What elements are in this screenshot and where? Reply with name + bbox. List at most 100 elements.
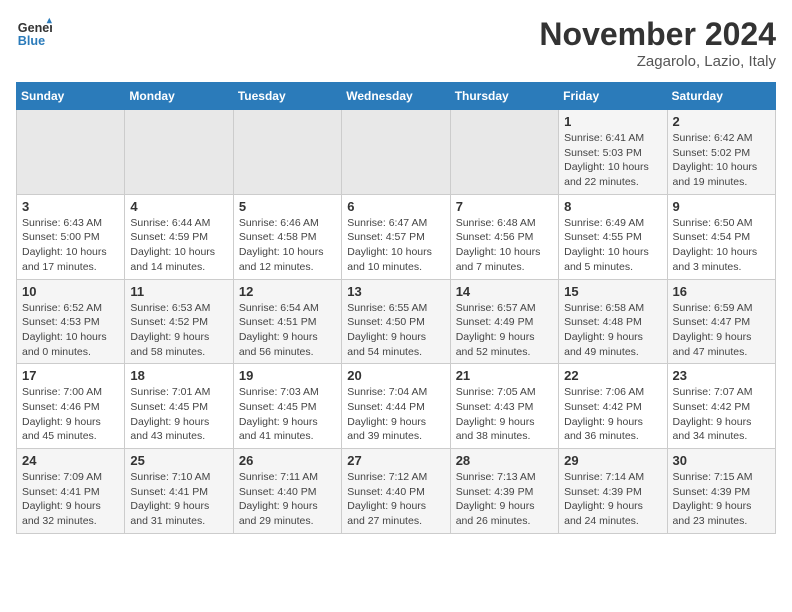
day-info: Sunrise: 6:47 AM Sunset: 4:57 PM Dayligh…: [347, 216, 444, 275]
day-info: Sunrise: 6:54 AM Sunset: 4:51 PM Dayligh…: [239, 301, 336, 360]
calendar-cell: 18 Sunrise: 7:01 AM Sunset: 4:45 PM Dayli…: [125, 364, 233, 449]
calendar-cell: 29Sunrise: 7:14 AM Sunset: 4:39 PM Dayli…: [559, 449, 667, 534]
calendar-cell: [233, 110, 341, 195]
day-info: Sunrise: 7:09 AM Sunset: 4:41 PM Dayligh…: [22, 470, 119, 529]
day-info: Sunrise: 6:44 AM Sunset: 4:59 PM Dayligh…: [130, 216, 227, 275]
day-number: 28: [456, 453, 553, 468]
calendar-cell: 17 Sunrise: 7:00 AM Sunset: 4:46 PM Dayli…: [17, 364, 125, 449]
day-number: 11: [130, 284, 227, 299]
day-number: 19: [239, 368, 336, 383]
calendar-cell: 13 Sunrise: 6:55 AM Sunset: 4:50 PM Dayli…: [342, 279, 450, 364]
day-info: Sunrise: 6:48 AM Sunset: 4:56 PM Dayligh…: [456, 216, 553, 275]
day-info: Sunrise: 7:14 AM Sunset: 4:39 PM Dayligh…: [564, 470, 661, 529]
calendar-cell: 9 Sunrise: 6:50 AM Sunset: 4:54 PM Daylig…: [667, 194, 775, 279]
day-number: 25: [130, 453, 227, 468]
calendar-cell: [450, 110, 558, 195]
day-number: 27: [347, 453, 444, 468]
weekday-header: Tuesday: [233, 83, 341, 110]
calendar-cell: [125, 110, 233, 195]
day-info: Sunrise: 7:07 AM Sunset: 4:42 PM Dayligh…: [673, 385, 770, 444]
day-info: Sunrise: 7:12 AM Sunset: 4:40 PM Dayligh…: [347, 470, 444, 529]
day-number: 21: [456, 368, 553, 383]
day-info: Sunrise: 7:13 AM Sunset: 4:39 PM Dayligh…: [456, 470, 553, 529]
weekday-header: Saturday: [667, 83, 775, 110]
calendar-body: 1 Sunrise: 6:41 AM Sunset: 5:03 PM Daylig…: [17, 110, 776, 534]
day-number: 6: [347, 199, 444, 214]
logo-icon: General Blue: [16, 16, 52, 52]
day-info: Sunrise: 7:06 AM Sunset: 4:42 PM Dayligh…: [564, 385, 661, 444]
day-number: 23: [673, 368, 770, 383]
weekday-header: Thursday: [450, 83, 558, 110]
day-number: 15: [564, 284, 661, 299]
calendar-cell: 10Sunrise: 6:52 AM Sunset: 4:53 PM Dayli…: [17, 279, 125, 364]
calendar-cell: 2 Sunrise: 6:42 AM Sunset: 5:02 PM Daylig…: [667, 110, 775, 195]
calendar-cell: 24 Sunrise: 7:09 AM Sunset: 4:41 PM Dayli…: [17, 449, 125, 534]
calendar-cell: 15 Sunrise: 6:58 AM Sunset: 4:48 PM Dayli…: [559, 279, 667, 364]
svg-text:Blue: Blue: [18, 34, 45, 48]
day-info: Sunrise: 6:41 AM Sunset: 5:03 PM Dayligh…: [564, 131, 661, 190]
day-info: Sunrise: 7:10 AM Sunset: 4:41 PM Dayligh…: [130, 470, 227, 529]
calendar-cell: 4 Sunrise: 6:44 AM Sunset: 4:59 PM Daylig…: [125, 194, 233, 279]
calendar-cell: 12 Sunrise: 6:54 AM Sunset: 4:51 PM Dayli…: [233, 279, 341, 364]
calendar-cell: 25 Sunrise: 7:10 AM Sunset: 4:41 PM Dayli…: [125, 449, 233, 534]
day-info: Sunrise: 6:59 AM Sunset: 4:47 PM Dayligh…: [673, 301, 770, 360]
day-info: Sunrise: 6:50 AM Sunset: 4:54 PM Dayligh…: [673, 216, 770, 275]
weekday-header: Monday: [125, 83, 233, 110]
day-number: 4: [130, 199, 227, 214]
day-info: Sunrise: 6:43 AM Sunset: 5:00 PM Dayligh…: [22, 216, 119, 275]
calendar-cell: 19 Sunrise: 7:03 AM Sunset: 4:45 PM Dayli…: [233, 364, 341, 449]
day-number: 22: [564, 368, 661, 383]
day-info: Sunrise: 6:58 AM Sunset: 4:48 PM Dayligh…: [564, 301, 661, 360]
calendar-week-row: 1 Sunrise: 6:41 AM Sunset: 5:03 PM Daylig…: [17, 110, 776, 195]
page-header: General Blue November 2024 Zagarolo, Laz…: [16, 16, 776, 70]
weekday-header: Sunday: [17, 83, 125, 110]
day-number: 16: [673, 284, 770, 299]
calendar-cell: 30Sunrise: 7:15 AM Sunset: 4:39 PM Dayli…: [667, 449, 775, 534]
day-number: 17: [22, 368, 119, 383]
day-number: 18: [130, 368, 227, 383]
day-number: 8: [564, 199, 661, 214]
day-number: 5: [239, 199, 336, 214]
day-number: 9: [673, 199, 770, 214]
day-number: 13: [347, 284, 444, 299]
weekday-row: SundayMondayTuesdayWednesdayThursdayFrid…: [17, 83, 776, 110]
day-number: 24: [22, 453, 119, 468]
day-info: Sunrise: 7:00 AM Sunset: 4:46 PM Dayligh…: [22, 385, 119, 444]
calendar-cell: 28 Sunrise: 7:13 AM Sunset: 4:39 PM Dayli…: [450, 449, 558, 534]
day-info: Sunrise: 6:57 AM Sunset: 4:49 PM Dayligh…: [456, 301, 553, 360]
day-info: Sunrise: 6:49 AM Sunset: 4:55 PM Dayligh…: [564, 216, 661, 275]
day-info: Sunrise: 7:05 AM Sunset: 4:43 PM Dayligh…: [456, 385, 553, 444]
calendar-table: SundayMondayTuesdayWednesdayThursdayFrid…: [16, 82, 776, 534]
calendar-cell: [17, 110, 125, 195]
day-info: Sunrise: 6:55 AM Sunset: 4:50 PM Dayligh…: [347, 301, 444, 360]
weekday-header: Wednesday: [342, 83, 450, 110]
day-info: Sunrise: 7:11 AM Sunset: 4:40 PM Dayligh…: [239, 470, 336, 529]
day-number: 30: [673, 453, 770, 468]
calendar-cell: 26 Sunrise: 7:11 AM Sunset: 4:40 PM Dayli…: [233, 449, 341, 534]
calendar-cell: 6 Sunrise: 6:47 AM Sunset: 4:57 PM Daylig…: [342, 194, 450, 279]
day-info: Sunrise: 6:42 AM Sunset: 5:02 PM Dayligh…: [673, 131, 770, 190]
day-info: Sunrise: 6:46 AM Sunset: 4:58 PM Dayligh…: [239, 216, 336, 275]
calendar-cell: 23 Sunrise: 7:07 AM Sunset: 4:42 PM Dayli…: [667, 364, 775, 449]
month-title: November 2024: [539, 16, 776, 53]
day-number: 1: [564, 114, 661, 129]
day-number: 12: [239, 284, 336, 299]
day-number: 10: [22, 284, 119, 299]
day-number: 2: [673, 114, 770, 129]
day-info: Sunrise: 7:04 AM Sunset: 4:44 PM Dayligh…: [347, 385, 444, 444]
calendar-cell: 21 Sunrise: 7:05 AM Sunset: 4:43 PM Dayli…: [450, 364, 558, 449]
weekday-header: Friday: [559, 83, 667, 110]
location: Zagarolo, Lazio, Italy: [539, 53, 776, 70]
day-number: 14: [456, 284, 553, 299]
calendar-week-row: 3 Sunrise: 6:43 AM Sunset: 5:00 PM Daylig…: [17, 194, 776, 279]
day-number: 26: [239, 453, 336, 468]
calendar-cell: 3 Sunrise: 6:43 AM Sunset: 5:00 PM Daylig…: [17, 194, 125, 279]
day-number: 3: [22, 199, 119, 214]
day-info: Sunrise: 7:03 AM Sunset: 4:45 PM Dayligh…: [239, 385, 336, 444]
day-number: 7: [456, 199, 553, 214]
calendar-cell: 5 Sunrise: 6:46 AM Sunset: 4:58 PM Daylig…: [233, 194, 341, 279]
calendar-cell: [342, 110, 450, 195]
day-info: Sunrise: 7:01 AM Sunset: 4:45 PM Dayligh…: [130, 385, 227, 444]
day-info: Sunrise: 6:53 AM Sunset: 4:52 PM Dayligh…: [130, 301, 227, 360]
calendar-cell: 20Sunrise: 7:04 AM Sunset: 4:44 PM Dayli…: [342, 364, 450, 449]
